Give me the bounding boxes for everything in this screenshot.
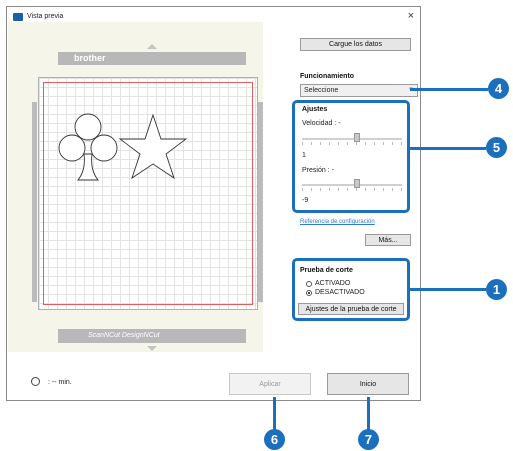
callout-6-line <box>273 397 276 431</box>
clock-icon <box>31 377 40 386</box>
mat-shapes <box>58 113 188 181</box>
callout-1-badge: 1 <box>486 279 507 300</box>
callout-5-box <box>292 100 410 213</box>
app-icon <box>13 13 23 21</box>
mat-bottom-text: ScanNCut DesignNCut <box>88 332 160 339</box>
settings-reference-link[interactable]: Referencia de configuración <box>300 219 375 225</box>
callout-1-line <box>410 288 486 291</box>
scroll-up-arrow-icon[interactable] <box>147 44 157 49</box>
callout-1-box <box>292 258 410 321</box>
callout-7-badge: 7 <box>358 429 379 450</box>
operation-label: Funcionamiento <box>300 73 355 80</box>
callout-4-target <box>285 86 410 94</box>
preview-pane: brother ScanNCut DesignNCut <box>8 22 263 352</box>
apply-button[interactable]: Aplicar <box>229 373 311 395</box>
callout-4-line <box>410 88 488 91</box>
start-button[interactable]: Inicio <box>327 373 409 395</box>
mat-left-edge <box>32 102 37 302</box>
club-shape[interactable] <box>58 113 118 181</box>
scroll-down-arrow-icon[interactable] <box>147 346 157 351</box>
star-shape[interactable] <box>118 113 188 180</box>
mat-bottom-bar: ScanNCut DesignNCut <box>58 329 246 343</box>
window-title: Vista previa <box>27 13 64 20</box>
callout-5-line <box>410 147 486 150</box>
callout-6-badge: 6 <box>264 429 285 450</box>
callout-5-badge: 5 <box>486 137 507 158</box>
close-icon[interactable]: × <box>408 10 414 22</box>
estimated-time: : -- min. <box>48 379 72 386</box>
load-data-button[interactable]: Cargue los datos <box>300 38 411 51</box>
callout-4-badge: 4 <box>488 78 509 99</box>
mat-top-bar: brother <box>58 52 246 65</box>
callout-7-line <box>367 397 370 431</box>
mat-right-edge <box>258 102 263 302</box>
mat-brand: brother <box>74 53 106 63</box>
more-button[interactable]: Más... <box>365 234 411 246</box>
